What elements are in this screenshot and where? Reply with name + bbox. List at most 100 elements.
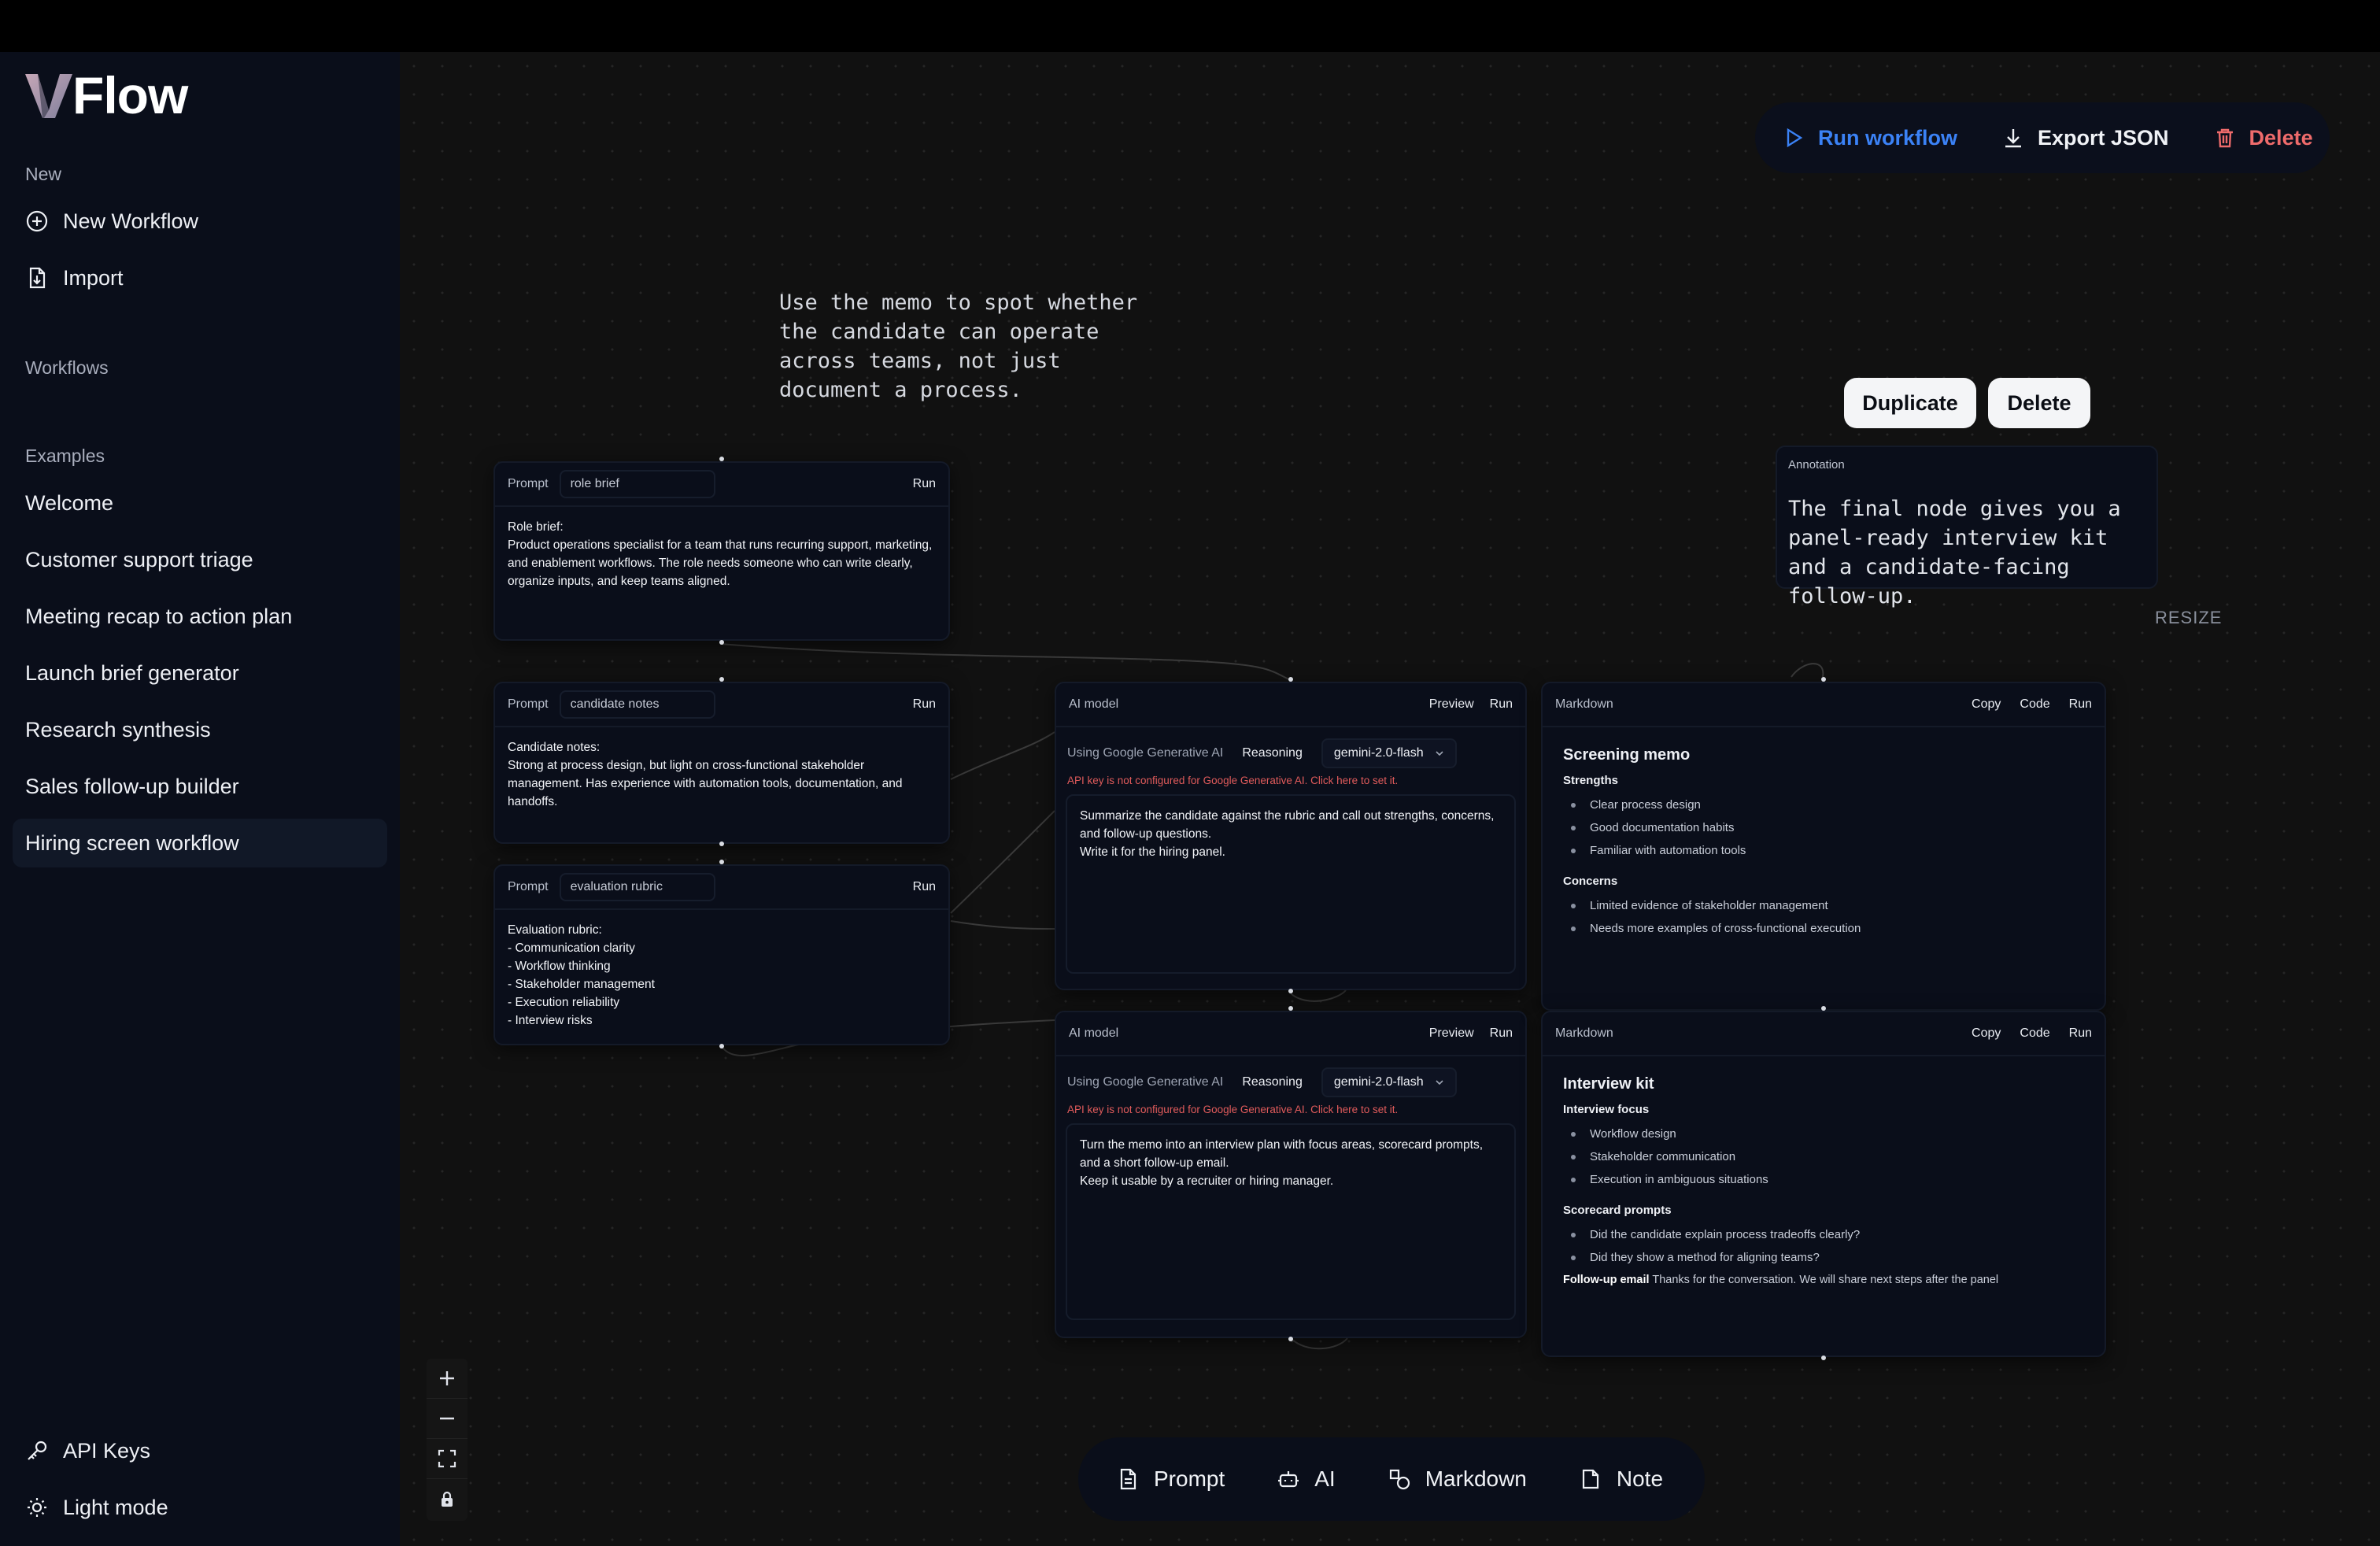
node-handle[interactable] — [1288, 1006, 1293, 1011]
import-button[interactable]: Import — [13, 253, 387, 302]
node-handle[interactable] — [719, 1044, 724, 1049]
markdown-list: Workflow design Stakeholder communicatio… — [1563, 1127, 2084, 1186]
markdown-node-screening-memo[interactable]: Markdown Copy Code Run Screening memo St… — [1541, 682, 2106, 1011]
zoom-in-button[interactable] — [427, 1359, 468, 1399]
delete-node-button[interactable]: Delete — [1988, 378, 2090, 428]
copy-button[interactable]: Copy — [1972, 1026, 2001, 1041]
add-ai-label: AI — [1314, 1466, 1336, 1491]
prompt-node-role-brief[interactable]: Prompt role brief Run Role brief: Produc… — [493, 461, 950, 641]
ai-prompt-input[interactable]: Summarize the candidate against the rubr… — [1066, 794, 1516, 974]
node-handle[interactable] — [719, 860, 724, 864]
preview-button[interactable]: Preview — [1429, 697, 1474, 712]
run-node-button[interactable]: Run — [1490, 697, 1513, 712]
lock-icon — [442, 1491, 453, 1507]
api-keys-button[interactable]: API Keys — [13, 1426, 387, 1475]
prompt-body[interactable]: Candidate notes: Strong at process desig… — [495, 727, 948, 822]
node-handle[interactable] — [719, 640, 724, 645]
resize-handle[interactable]: RESIZE — [2155, 608, 2222, 628]
prompt-body[interactable]: Evaluation rubric: - Communication clari… — [495, 910, 948, 1041]
node-handle[interactable] — [719, 677, 724, 682]
node-name-input[interactable]: role brief — [559, 470, 715, 498]
run-workflow-button[interactable]: Run workflow — [1782, 126, 1957, 150]
prompt-node-evaluation-rubric[interactable]: Prompt evaluation rubric Run Evaluation … — [493, 864, 950, 1045]
node-name-input[interactable]: evaluation rubric — [559, 873, 715, 901]
model-select[interactable]: gemini-2.0-flash — [1321, 738, 1457, 768]
node-handle[interactable] — [1821, 1006, 1826, 1011]
example-meeting-recap[interactable]: Meeting recap to action plan — [13, 592, 387, 641]
code-button[interactable]: Code — [2020, 1026, 2049, 1041]
example-customer-support-triage[interactable]: Customer support triage — [13, 535, 387, 584]
node-type-label: Markdown — [1555, 697, 1613, 711]
fit-view-button[interactable] — [427, 1439, 468, 1479]
add-prompt-label: Prompt — [1154, 1466, 1225, 1491]
logo-mark-icon — [25, 74, 72, 118]
example-welcome[interactable]: Welcome — [13, 479, 387, 527]
workflows-heading: Workflows — [25, 357, 109, 378]
ai-model-node-2[interactable]: AI model Preview Run Using Google Genera… — [1055, 1011, 1527, 1338]
app-logo[interactable]: Flow — [24, 66, 188, 124]
api-key-warning-link[interactable]: API key is not configured for Google Gen… — [1056, 1097, 1525, 1115]
sun-icon — [25, 1496, 49, 1519]
prompt-node-candidate-notes[interactable]: Prompt candidate notes Run Candidate not… — [493, 682, 950, 844]
copy-button[interactable]: Copy — [1972, 697, 2001, 712]
node-handle[interactable] — [1288, 1337, 1293, 1341]
run-node-button[interactable]: Run — [913, 880, 936, 894]
node-handle[interactable] — [1821, 677, 1826, 682]
provider-label: Using Google Generative AI — [1067, 1075, 1224, 1089]
export-json-button[interactable]: Export JSON — [2001, 126, 2169, 150]
example-research-synthesis[interactable]: Research synthesis — [13, 705, 387, 754]
note-icon — [1582, 1469, 1598, 1489]
add-note-button[interactable]: Note — [1579, 1466, 1663, 1492]
node-handle[interactable] — [1288, 677, 1293, 682]
markdown-node-interview-kit[interactable]: Markdown Copy Code Run Interview kit Int… — [1541, 1011, 2106, 1357]
model-select[interactable]: gemini-2.0-flash — [1321, 1067, 1457, 1097]
example-hiring-screen[interactable]: Hiring screen workflow — [13, 819, 387, 867]
markdown-section-heading: Strengths — [1563, 774, 1619, 787]
markdown-output: Screening memo Strengths Clear process d… — [1543, 727, 2105, 963]
model-select-value: gemini-2.0-flash — [1333, 1075, 1424, 1089]
example-launch-brief[interactable]: Launch brief generator — [13, 649, 387, 697]
example-sales-follow-up[interactable]: Sales follow-up builder — [13, 762, 387, 811]
node-handle[interactable] — [719, 841, 724, 846]
node-name-input[interactable]: candidate notes — [559, 690, 715, 719]
ai-model-node-1[interactable]: AI model Preview Run Using Google Genera… — [1055, 682, 1527, 990]
code-button[interactable]: Code — [2020, 697, 2049, 712]
node-handle[interactable] — [719, 457, 724, 461]
new-workflow-button[interactable]: New Workflow — [13, 197, 387, 246]
add-markdown-button[interactable]: Markdown — [1388, 1466, 1527, 1492]
add-prompt-button[interactable]: Prompt — [1116, 1466, 1225, 1492]
annotation-text[interactable]: The final node gives you a panel-ready i… — [1788, 494, 2150, 611]
lock-canvas-button[interactable] — [427, 1479, 468, 1519]
preview-button[interactable]: Preview — [1429, 1026, 1474, 1041]
add-ai-button[interactable]: AI — [1277, 1466, 1336, 1492]
run-node-button[interactable]: Run — [2069, 1026, 2092, 1041]
node-type-label: Markdown — [1555, 1026, 1613, 1040]
zoom-out-button[interactable] — [427, 1399, 468, 1439]
list-item: Did they show a method for aligning team… — [1571, 1251, 2084, 1264]
plus-icon — [440, 1371, 454, 1385]
api-key-warning-link[interactable]: API key is not configured for Google Gen… — [1056, 768, 1525, 786]
run-node-button[interactable]: Run — [913, 477, 936, 491]
follow-up-email: Follow-up email Thanks for the conversat… — [1563, 1274, 2084, 1286]
prompt-body[interactable]: Role brief: Product operations specialis… — [495, 507, 948, 601]
node-header: Prompt candidate notes Run — [495, 683, 948, 727]
light-mode-toggle[interactable]: Light mode — [13, 1483, 387, 1532]
node-handle[interactable] — [1288, 989, 1293, 993]
reasoning-toggle[interactable]: Reasoning — [1234, 738, 1310, 768]
duplicate-button[interactable]: Duplicate — [1844, 378, 1976, 428]
node-header: Prompt role brief Run — [495, 463, 948, 507]
node-handle[interactable] — [1821, 1356, 1826, 1360]
sticky-note[interactable]: Use the memo to spot whether the candida… — [779, 288, 1149, 405]
provider-label: Using Google Generative AI — [1067, 746, 1224, 760]
examples-heading: Examples — [25, 446, 105, 466]
api-keys-label: API Keys — [63, 1438, 151, 1463]
run-node-button[interactable]: Run — [1490, 1026, 1513, 1041]
ai-prompt-input[interactable]: Turn the memo into an interview plan wit… — [1066, 1123, 1516, 1320]
chevron-down-icon — [1436, 1080, 1443, 1086]
run-node-button[interactable]: Run — [913, 697, 936, 712]
run-node-button[interactable]: Run — [2069, 697, 2092, 712]
reasoning-toggle[interactable]: Reasoning — [1234, 1067, 1310, 1097]
delete-workflow-button[interactable]: Delete — [2213, 126, 2313, 150]
annotation-node[interactable]: Annotation The final node gives you a pa… — [1776, 446, 2158, 608]
follow-up-email-text: Thanks for the conversation. We will sha… — [1652, 1274, 1999, 1286]
